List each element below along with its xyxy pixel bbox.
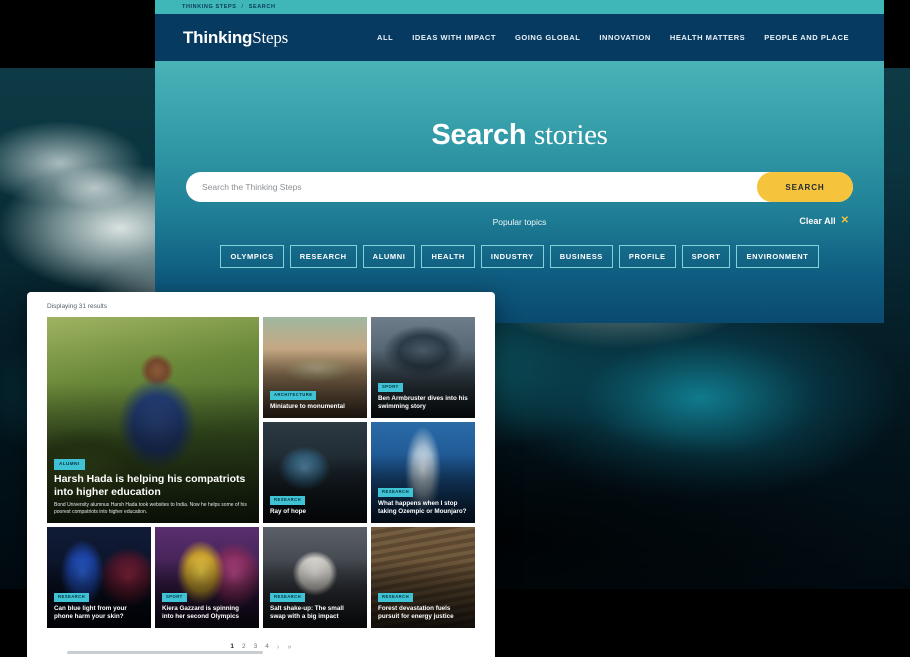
card-body: RESEARCH Ray of hope	[263, 490, 367, 523]
card-title: Ben Armbruster dives into his swimming s…	[378, 394, 468, 410]
topic-chip-health[interactable]: HEALTH	[421, 245, 475, 268]
card-tag[interactable]: ALUMNI	[54, 459, 85, 471]
topic-chip-research[interactable]: RESEARCH	[289, 245, 357, 268]
card-tag[interactable]: RESEARCH	[378, 487, 414, 497]
result-card[interactable]: RESEARCH Salt shake-up: The small swap wi…	[263, 527, 367, 628]
breadcrumb-current: SEARCH	[248, 4, 276, 10]
pagination-page-3[interactable]: 3	[254, 643, 258, 650]
nav-links: ALL IDEAS WITH IMPACT GOING GLOBAL INNOV…	[377, 33, 849, 42]
result-card[interactable]: RESEARCH What happens when I stop taking …	[371, 422, 475, 523]
nav-item-ideas-with-impact[interactable]: IDEAS WITH IMPACT	[412, 33, 496, 42]
topic-chip-sport[interactable]: SPORT	[681, 245, 731, 268]
card-tag[interactable]: SPORT	[162, 592, 187, 602]
card-title: Salt shake-up: The small swap with a big…	[270, 604, 344, 620]
pagination: 1 2 3 4 › »	[27, 628, 495, 651]
page-title-strong: Search	[431, 119, 527, 151]
card-tag-list: SPORT	[378, 382, 468, 392]
site-logo[interactable]: ThinkingSteps	[183, 28, 288, 48]
card-tag-list: RESEARCH	[378, 487, 468, 497]
results-count: Displaying 31 results	[47, 303, 107, 310]
card-tag[interactable]: SPORT	[378, 382, 403, 392]
topic-chip-environment[interactable]: ENVIRONMENT	[736, 245, 819, 268]
card-tag-list: ALUMNI	[54, 459, 252, 471]
topic-chip-industry[interactable]: INDUSTRY	[480, 245, 544, 268]
pagination-page-4[interactable]: 4	[265, 643, 269, 650]
page-title-light: stories	[534, 119, 608, 151]
pagination-last-icon[interactable]: »	[287, 642, 291, 651]
topic-chip-business[interactable]: BUSINESS	[549, 245, 613, 268]
main-navbar: ThinkingSteps ALL IDEAS WITH IMPACT GOIN…	[155, 14, 884, 61]
card-tag-list: RESEARCH	[54, 592, 144, 602]
card-title: Miniature to monumental	[270, 402, 345, 410]
card-tag-list: RESEARCH	[378, 592, 468, 602]
nav-item-going-global[interactable]: GOING GLOBAL	[515, 33, 580, 42]
search-button[interactable]: SEARCH	[757, 172, 853, 202]
result-card[interactable]: ARCHITECTURE Miniature to monumental	[263, 317, 367, 418]
nav-item-innovation[interactable]: INNOVATION	[599, 33, 650, 42]
topic-chip-profile[interactable]: PROFILE	[618, 245, 676, 268]
card-body: SPORT Kiera Gazzard is spinning into her …	[155, 587, 259, 628]
results-panel: Displaying 31 results ALUMNI Harsh Hada i…	[27, 292, 495, 657]
nav-item-people-and-place[interactable]: PEOPLE AND PLACE	[764, 33, 849, 42]
card-tag[interactable]: RESEARCH	[270, 495, 306, 505]
card-tag[interactable]: RESEARCH	[270, 592, 306, 602]
screenshot-root: THINKING STEPS / SEARCH ThinkingSteps ALL …	[0, 0, 910, 657]
breadcrumb: THINKING STEPS / SEARCH	[182, 4, 276, 10]
pagination-next-icon[interactable]: ›	[277, 642, 280, 651]
clear-all-label: Clear All	[799, 216, 836, 226]
card-description: Bond University alumnus Harsh Hada took …	[54, 502, 247, 516]
close-icon: ✕	[840, 215, 849, 226]
card-tag-list: RESEARCH	[270, 592, 360, 602]
popular-topics-label: Popular topics	[492, 217, 547, 227]
site-window: THINKING STEPS / SEARCH ThinkingSteps ALL …	[155, 0, 884, 323]
breadcrumb-separator: /	[241, 4, 244, 10]
topic-chip-alumni[interactable]: ALUMNI	[362, 245, 416, 268]
topics-header: Popular topics Clear All ✕	[155, 215, 884, 231]
logo-bold: Thinking	[183, 27, 253, 47]
pagination-page-1[interactable]: 1	[230, 643, 234, 650]
result-card[interactable]: RESEARCH Forest devastation fuels pursuit…	[371, 527, 475, 628]
card-tag-list: SPORT	[162, 592, 252, 602]
search-hero: Search stories SEARCH Popular topics Cle…	[155, 61, 884, 323]
result-card[interactable]: SPORT Kiera Gazzard is spinning into her …	[155, 527, 259, 628]
breadcrumb-root[interactable]: THINKING STEPS	[182, 4, 237, 10]
result-card[interactable]: SPORT Ben Armbruster dives into his swimm…	[371, 317, 475, 418]
card-body: SPORT Ben Armbruster dives into his swimm…	[371, 377, 475, 418]
card-body: RESEARCH Forest devastation fuels pursuit…	[371, 587, 475, 628]
topic-chip-list: OLYMPICS RESEARCH ALUMNI HEALTH INDUSTRY…	[155, 245, 884, 268]
card-title: Kiera Gazzard is spinning into her secon…	[162, 604, 239, 620]
card-body: ARCHITECTURE Miniature to monumental	[263, 385, 367, 418]
pagination-page-2[interactable]: 2	[242, 643, 246, 650]
card-title: Forest devastation fuels pursuit for ene…	[378, 604, 454, 620]
results-grid: ALUMNI Harsh Hada is helping his compatri…	[27, 317, 495, 628]
card-title: Ray of hope	[270, 507, 307, 515]
card-body: RESEARCH What happens when I stop taking …	[371, 482, 475, 523]
card-tag[interactable]: ARCHITECTURE	[270, 390, 317, 400]
card-body: RESEARCH Salt shake-up: The small swap wi…	[263, 587, 367, 628]
result-card[interactable]: RESEARCH Ray of hope	[263, 422, 367, 523]
card-title: What happens when I stop taking Ozempic …	[378, 499, 467, 515]
search-bar: SEARCH	[186, 172, 853, 202]
card-tag-list: RESEARCH	[270, 495, 360, 505]
card-body: ALUMNI Harsh Hada is helping his compatri…	[47, 453, 259, 523]
logo-light: Steps	[252, 27, 289, 47]
nav-item-health-matters[interactable]: HEALTH MATTERS	[670, 33, 745, 42]
horizontal-scrollbar[interactable]	[67, 651, 263, 654]
card-tag[interactable]: RESEARCH	[54, 592, 90, 602]
clear-all-button[interactable]: Clear All ✕	[799, 215, 849, 227]
card-tag[interactable]: RESEARCH	[378, 592, 414, 602]
card-body: RESEARCH Can blue light from your phone h…	[47, 587, 151, 628]
card-tag-list: ARCHITECTURE	[270, 390, 360, 400]
result-card[interactable]: ALUMNI Harsh Hada is helping his compatri…	[47, 317, 259, 523]
result-card[interactable]: RESEARCH Can blue light from your phone h…	[47, 527, 151, 628]
search-input[interactable]	[202, 182, 757, 192]
nav-item-all[interactable]: ALL	[377, 33, 393, 42]
page-title: Search stories	[155, 61, 884, 152]
topic-chip-olympics[interactable]: OLYMPICS	[220, 245, 284, 268]
breadcrumb-bar: THINKING STEPS / SEARCH	[155, 0, 884, 14]
card-title: Harsh Hada is helping his compatriots in…	[54, 473, 246, 498]
card-title: Can blue light from your phone harm your…	[54, 604, 127, 620]
